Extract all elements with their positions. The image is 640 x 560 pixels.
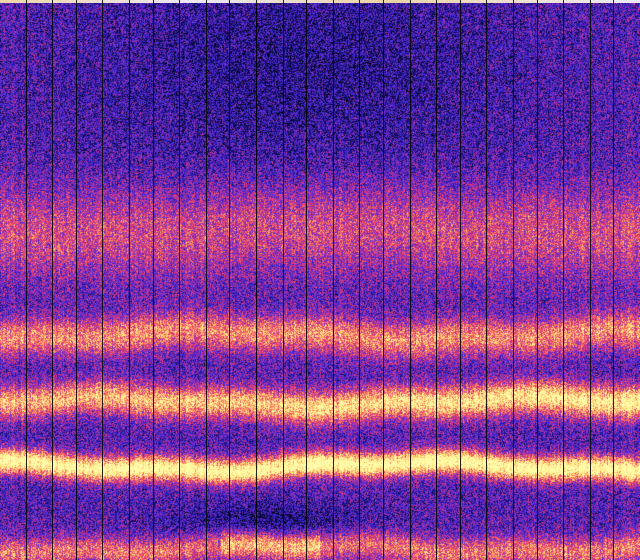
spectrogram-image [0,0,640,560]
top-edge-highlight [0,0,640,3]
spectrogram-view [0,0,640,560]
